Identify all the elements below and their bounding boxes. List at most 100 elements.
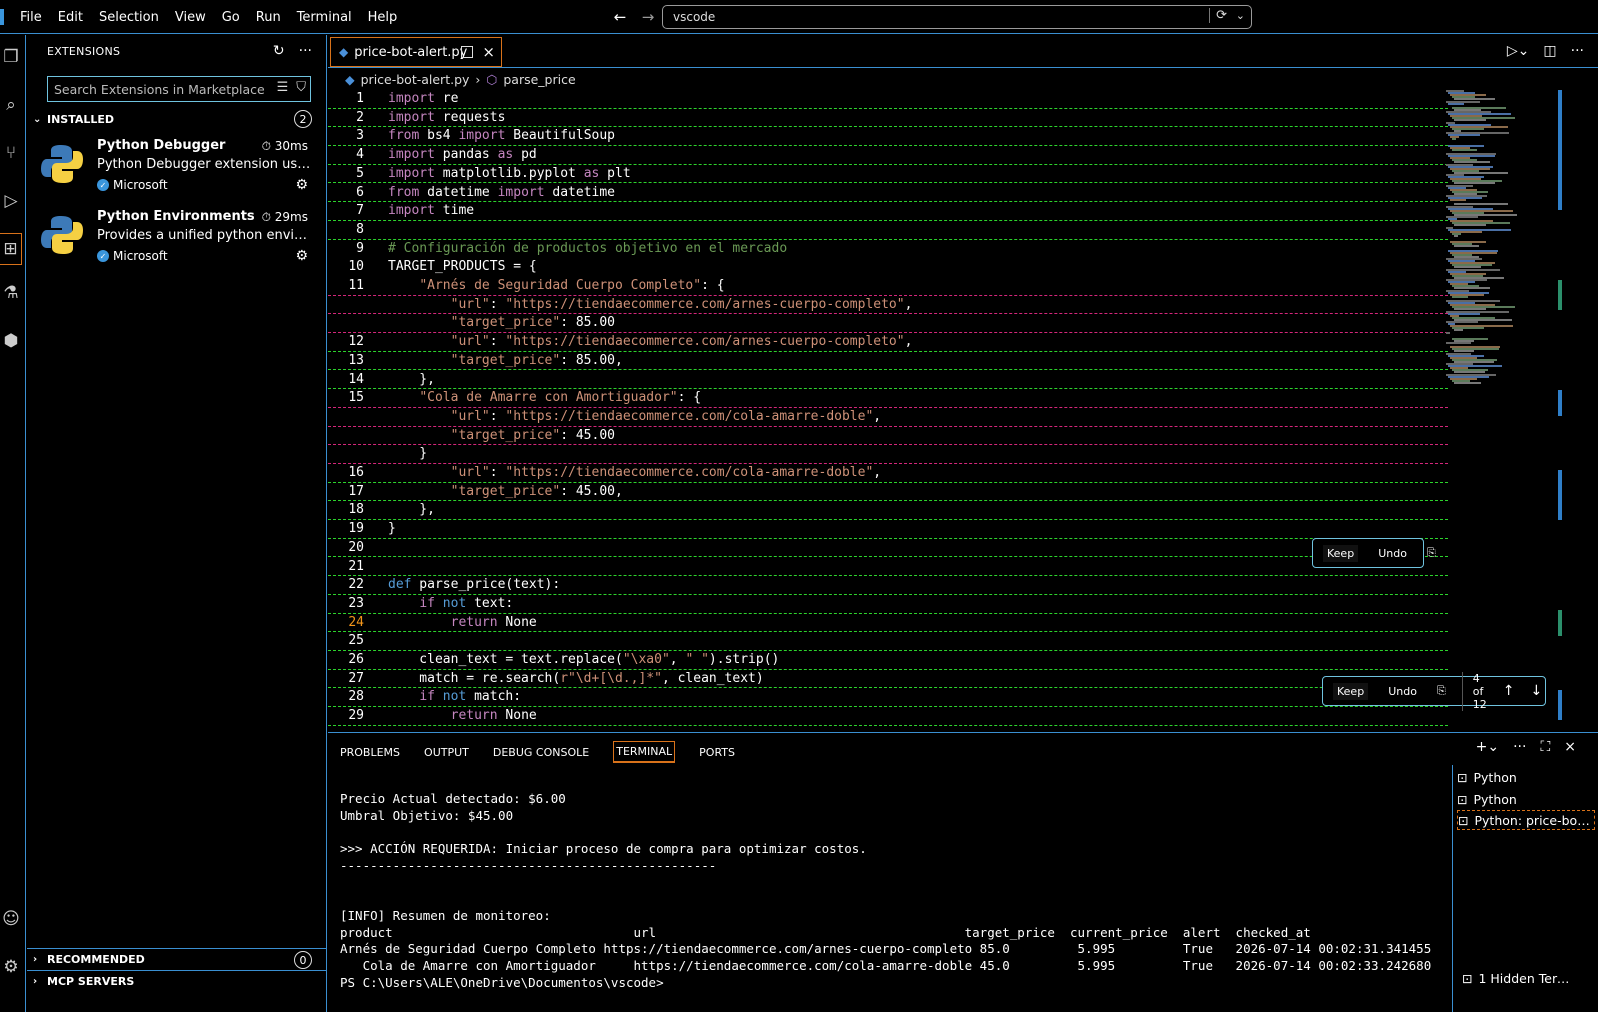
code-line[interactable]: 10 TARGET_PRODUCTS = {	[328, 258, 1448, 277]
undo-button[interactable]: Undo	[1384, 683, 1421, 700]
code-line[interactable]: 9 # Configuración de productos objetivo e…	[328, 240, 1448, 259]
code-line[interactable]: 22 def parse_price(text):	[328, 576, 1448, 595]
terminal-item[interactable]: ⊡ Python	[1457, 789, 1595, 809]
breadcrumb-file[interactable]: price-bot-alert.py	[361, 72, 470, 87]
code-line[interactable]: 17 "target_price": 45.00,	[328, 483, 1448, 502]
menu-view[interactable]: View	[167, 10, 214, 25]
manage-gear-icon[interactable]: ⚙	[295, 177, 308, 193]
run-debug-icon[interactable]: ▷	[0, 189, 22, 213]
code-line[interactable]: 4 import pandas as pd	[328, 146, 1448, 165]
more-actions-icon[interactable]: ···	[1571, 43, 1584, 59]
tab-price-bot-alert[interactable]: ◆ price-bot-alert.py ×	[330, 37, 502, 67]
installed-section-header[interactable]: ⌄ INSTALLED 2	[27, 108, 326, 130]
source-control-icon[interactable]: ⑂	[0, 141, 22, 165]
code-line[interactable]: 28 if not match:	[328, 688, 1448, 708]
code-line[interactable]: 3 from bs4 import BeautifulSoup	[328, 127, 1448, 147]
mcp-servers-section-header[interactable]: › MCP SERVERS	[27, 970, 326, 992]
code-line[interactable]: 21	[328, 558, 1448, 577]
tab-problems[interactable]: PROBLEMS	[340, 741, 400, 763]
menu-selection[interactable]: Selection	[91, 10, 167, 25]
clear-filter-icon[interactable]: ☰	[277, 80, 289, 95]
code-line[interactable]: 29 return None	[328, 707, 1448, 726]
keep-button[interactable]: Keep	[1323, 544, 1359, 562]
code-line[interactable]: "target_price": 85.00	[328, 314, 1448, 334]
testing-icon[interactable]: ⚗	[0, 281, 22, 305]
code-line[interactable]: 23 if not text:	[328, 595, 1448, 614]
code-line[interactable]: }	[328, 445, 1448, 464]
hidden-terminals[interactable]: ⊡ 1 Hidden Terminal	[1462, 971, 1570, 986]
code-line[interactable]: 12 "url": "https://tiendaecommerce.com/a…	[328, 333, 1448, 352]
code-editor[interactable]: 1 import re 2 import requests 3 from bs4 impo…	[328, 90, 1568, 730]
code-line[interactable]: 26 clean_text = text.replace("\xa0", " "…	[328, 651, 1448, 670]
code-line[interactable]: 16 "url": "https://tiendaecommerce.com/c…	[328, 464, 1448, 483]
more-actions-icon[interactable]: ···	[1513, 739, 1526, 755]
forward-arrow-icon[interactable]: →	[638, 7, 658, 27]
chevron-down-icon[interactable]: ⌄	[1236, 9, 1245, 22]
breadcrumb-symbol[interactable]: parse_price	[503, 72, 575, 87]
run-python-icon[interactable]: ▷⌄	[1507, 43, 1530, 59]
settings-gear-icon[interactable]: ⚙	[0, 955, 22, 979]
tab-terminal[interactable]: TERMINAL	[613, 741, 676, 763]
diff-icon[interactable]: ⎘	[1427, 546, 1436, 560]
search-icon[interactable]: ⌕	[0, 93, 22, 117]
terminal-item[interactable]: ⊡ Python	[1457, 767, 1595, 787]
minimap[interactable]	[1440, 90, 1560, 730]
code-line[interactable]: 11 "Arnés de Seguridad Cuerpo Completo":…	[328, 277, 1448, 296]
menu-file[interactable]: File	[12, 10, 50, 25]
recommended-section-header[interactable]: › RECOMMENDED 0	[27, 948, 326, 970]
code-line[interactable]: 14 },	[328, 371, 1448, 390]
code-line[interactable]: 6 from datetime import datetime	[328, 184, 1448, 203]
terminal-item-active[interactable]: ⊡ Python: price-bot-alert	[1457, 810, 1595, 830]
code-line[interactable]: 19}	[328, 520, 1448, 539]
code-line[interactable]: "target_price": 45.00	[328, 427, 1448, 446]
code-line[interactable]: 15 "Cola de Amarre con Amortiguador": {	[328, 389, 1448, 408]
tab-output[interactable]: OUTPUT	[424, 741, 469, 763]
tab-debug-console[interactable]: DEBUG CONSOLE	[493, 741, 589, 763]
menu-edit[interactable]: Edit	[50, 10, 91, 25]
code-line[interactable]: 5 import matplotlib.pyplot as plt	[328, 165, 1448, 184]
back-arrow-icon[interactable]: ←	[610, 7, 630, 27]
arrow-down-icon[interactable]: ↓	[1530, 683, 1542, 699]
code-line[interactable]: 2 import requests	[328, 109, 1448, 128]
menu-run[interactable]: Run	[248, 10, 289, 25]
code-line[interactable]: 27 match = re.search(r"\d+[\d.,]*", clea…	[328, 670, 1448, 689]
extension-item-python-debugger[interactable]: Python Debugger ⏱ 30ms Python Debugger e…	[27, 133, 326, 203]
code-line[interactable]: 7 import time	[328, 202, 1448, 221]
terminal-output[interactable]: Precio Actual detectado: $6.00 Umbral Ob…	[340, 791, 1450, 991]
code-line[interactable]: 24 return None	[328, 614, 1448, 633]
explorer-icon[interactable]: ❐	[0, 45, 22, 69]
keep-button[interactable]: Keep	[1333, 682, 1369, 700]
python-icon[interactable]: ⬢	[0, 329, 22, 353]
code-line[interactable]: 18 },	[328, 501, 1448, 521]
code-line[interactable]: 13 "target_price": 85.00,	[328, 352, 1448, 371]
filter-icon[interactable]: ⛉	[296, 80, 306, 95]
code-line[interactable]: "url": "https://tiendaecommerce.com/cola…	[328, 408, 1448, 427]
manage-gear-icon[interactable]: ⚙	[295, 248, 308, 264]
menu-go[interactable]: Go	[214, 10, 248, 25]
tab-ports[interactable]: PORTS	[699, 741, 735, 763]
editor-scrollbar[interactable]	[1556, 90, 1566, 730]
arrow-up-icon[interactable]: ↑	[1503, 683, 1515, 699]
menu-help[interactable]: Help	[360, 10, 406, 25]
extensions-icon[interactable]: ⊞	[0, 233, 22, 265]
split-editor-icon[interactable]: ◫	[1543, 43, 1556, 59]
code-line[interactable]: 8	[328, 221, 1448, 240]
account-icon[interactable]: ☺	[0, 907, 22, 931]
extension-item-python-environments[interactable]: Python Environments ⏱ 29ms Provides a un…	[27, 204, 326, 274]
extensions-search-input[interactable]: Search Extensions in Marketplace ☰ ⛉	[47, 76, 311, 102]
menu-terminal[interactable]: Terminal	[289, 10, 360, 25]
more-actions-icon[interactable]: ···	[299, 43, 312, 59]
new-terminal-icon[interactable]: +⌄	[1476, 739, 1499, 755]
refresh-icon[interactable]: ↻	[273, 43, 285, 59]
close-icon[interactable]: ×	[482, 43, 495, 61]
code-line[interactable]: 25	[328, 632, 1448, 651]
undo-button[interactable]: Undo	[1374, 545, 1411, 562]
command-center[interactable]: vscode ⟳ ⌄	[662, 5, 1252, 29]
maximize-panel-icon[interactable]: ⛶	[1540, 739, 1550, 755]
code-line[interactable]: "url": "https://tiendaecommerce.com/arne…	[328, 296, 1448, 315]
close-icon[interactable]: ×	[1564, 739, 1576, 755]
diff-icon[interactable]: ⎘	[1437, 684, 1446, 698]
code-line[interactable]: 20	[328, 539, 1448, 558]
copilot-icon[interactable]: ⟳	[1209, 8, 1227, 23]
code-line[interactable]: 1 import re	[328, 90, 1448, 109]
